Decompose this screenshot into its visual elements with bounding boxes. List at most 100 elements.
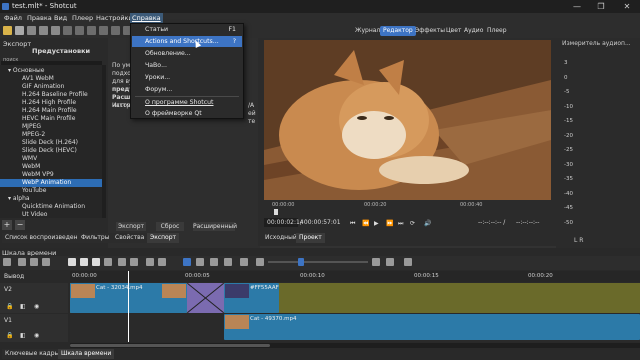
reset-button[interactable]: Сброс xyxy=(156,222,184,231)
lock-icon[interactable]: ◧ xyxy=(20,303,26,310)
paste-icon[interactable] xyxy=(42,258,50,266)
preset-item[interactable]: Slide Deck (H.264) xyxy=(0,139,102,147)
timeline-menu-icon[interactable] xyxy=(3,258,11,266)
preset-item[interactable]: H.264 Main Profile xyxy=(0,107,102,115)
menu-item-faq[interactable]: ЧаВо... xyxy=(132,60,242,71)
preset-list[interactable]: ▾ Основные AV1 WebM GIF Animation H.264 Bas… xyxy=(0,65,102,218)
copy-icon[interactable] xyxy=(30,258,38,266)
export-button[interactable]: Экспорт xyxy=(116,222,146,231)
redo-icon[interactable] xyxy=(51,26,60,35)
menu-file[interactable]: Файл xyxy=(2,13,24,24)
track-header-v1[interactable]: V1 🔒 ◧ ◉ xyxy=(0,314,68,342)
overwrite-icon[interactable] xyxy=(104,258,112,266)
tab-source[interactable]: Исходный xyxy=(262,233,300,243)
next-icon[interactable] xyxy=(158,258,166,266)
player-scrubber[interactable]: 00:00:00 00:00:20 00:00:40 xyxy=(264,202,551,216)
menu-item-actions-shortcuts[interactable]: Actions and Shortcuts...? xyxy=(132,36,242,47)
tab-export[interactable]: Экспорт xyxy=(147,233,180,243)
peak-meter-icon[interactable] xyxy=(63,26,72,35)
timeline-ruler[interactable]: 00:00:00 00:00:05 00:00:10 00:00:15 00:0… xyxy=(70,271,640,282)
eye-icon[interactable]: ◉ xyxy=(34,332,39,339)
tab-project[interactable]: Проект xyxy=(296,233,325,243)
previous-icon[interactable] xyxy=(146,258,154,266)
eye-icon[interactable]: ◉ xyxy=(34,303,39,310)
preset-item[interactable]: MJPEG xyxy=(0,123,102,131)
skip-end-icon[interactable]: ⏭ xyxy=(398,220,403,228)
notes-icon[interactable] xyxy=(111,26,120,35)
preset-item[interactable]: WebP Animation xyxy=(0,179,102,187)
menu-item-articles[interactable]: Статьи F1 xyxy=(132,24,242,35)
playhead-marker[interactable] xyxy=(274,209,278,215)
zoom-fit-icon[interactable] xyxy=(386,258,394,266)
ripple-icon[interactable] xyxy=(210,258,218,266)
tab-log[interactable]: Журнал xyxy=(352,26,383,36)
scrollbar-thumb[interactable] xyxy=(70,344,270,347)
tab-properties[interactable]: Свойства xyxy=(112,233,148,243)
select-all-icon[interactable] xyxy=(130,258,138,266)
clip-v2-color[interactable]: #FF55AAFF xyxy=(224,283,279,313)
tab-player[interactable]: Плеер xyxy=(484,26,510,36)
menu-settings[interactable]: Настройки xyxy=(94,13,135,24)
snap-icon[interactable] xyxy=(183,258,191,266)
split-icon[interactable] xyxy=(118,258,126,266)
mute-icon[interactable]: 🔒 xyxy=(6,332,13,339)
preset-item[interactable]: YouTube xyxy=(0,187,102,195)
lift-icon[interactable] xyxy=(92,258,100,266)
append-icon[interactable] xyxy=(68,258,76,266)
menu-item-about-qt[interactable]: О фреймворке Qt xyxy=(132,108,242,119)
ripple-markers-icon[interactable] xyxy=(240,258,248,266)
recent-icon[interactable] xyxy=(87,26,96,35)
tab-editor[interactable]: Редактор xyxy=(380,26,416,36)
maximize-button[interactable]: ❐ xyxy=(590,0,612,13)
properties-icon[interactable] xyxy=(75,26,84,35)
timeline-playhead[interactable] xyxy=(128,271,129,342)
rewind-icon[interactable]: ⏪ xyxy=(362,220,369,227)
loop-icon[interactable]: ⟳ xyxy=(410,220,415,227)
scrub-icon[interactable] xyxy=(196,258,204,266)
zoom-slider[interactable] xyxy=(268,258,368,266)
open-icon[interactable] xyxy=(3,26,12,35)
zoom-in-icon[interactable] xyxy=(372,258,380,266)
fast-forward-icon[interactable]: ⏩ xyxy=(386,220,393,227)
preset-item[interactable]: H.264 High Profile xyxy=(0,99,102,107)
remove-icon[interactable] xyxy=(80,258,88,266)
preset-item[interactable]: MPEG-2 xyxy=(0,131,102,139)
tab-filters[interactable]: Фильтры xyxy=(78,233,113,243)
mute-icon[interactable]: 🔒 xyxy=(6,303,13,310)
menu-edit[interactable]: Правка xyxy=(25,13,54,24)
record-audio-icon[interactable] xyxy=(404,258,412,266)
tab-keyframes[interactable]: Ключевые кадры xyxy=(2,349,63,359)
clip-v1-cat[interactable]: Cat - 49370.mp4 xyxy=(224,314,640,340)
tab-timeline[interactable]: Шкала времени xyxy=(58,349,115,359)
timeline-scrollbar[interactable] xyxy=(70,343,640,348)
skip-start-icon[interactable]: ⏮ xyxy=(350,220,355,228)
remove-preset-button[interactable]: − xyxy=(15,220,25,230)
save-icon[interactable] xyxy=(27,26,36,35)
add-preset-button[interactable]: + xyxy=(2,220,12,230)
preset-item[interactable]: WMV xyxy=(0,155,102,163)
video-preview[interactable] xyxy=(264,40,551,200)
close-button[interactable]: ✕ xyxy=(616,0,638,13)
preset-item[interactable]: Quicktime Animation xyxy=(0,203,102,211)
menu-item-about-shotcut[interactable]: О программе Shotcut xyxy=(132,97,242,108)
ripple-all-icon[interactable] xyxy=(224,258,232,266)
preset-item[interactable]: GIF Animation xyxy=(0,83,102,91)
preset-item[interactable]: H.264 Baseline Profile xyxy=(0,91,102,99)
menu-item-forum[interactable]: Форум... xyxy=(132,84,242,95)
volume-icon[interactable]: 🔊 xyxy=(424,220,431,227)
lock-icon[interactable]: ◧ xyxy=(20,332,26,339)
preset-item[interactable]: ▾ alpha xyxy=(0,195,102,203)
advanced-button[interactable]: Расширенный xyxy=(193,222,237,231)
menu-player[interactable]: Плеер xyxy=(70,13,95,24)
preset-item[interactable]: ▾ Основные xyxy=(0,67,102,75)
transition-clip[interactable] xyxy=(187,283,224,313)
menu-view[interactable]: Вид xyxy=(52,13,69,24)
menu-item-tutorials[interactable]: Уроки... xyxy=(132,72,242,83)
preset-item[interactable]: WebM VP9 xyxy=(0,171,102,179)
play-icon[interactable]: ▶ xyxy=(374,220,379,227)
menu-item-update[interactable]: Обновление... xyxy=(132,48,242,59)
preset-item[interactable]: Ut Video xyxy=(0,211,102,219)
preset-item[interactable]: WebM xyxy=(0,163,102,171)
preset-item[interactable]: HEVC Main Profile xyxy=(0,115,102,123)
zoom-out-icon[interactable] xyxy=(256,258,264,266)
